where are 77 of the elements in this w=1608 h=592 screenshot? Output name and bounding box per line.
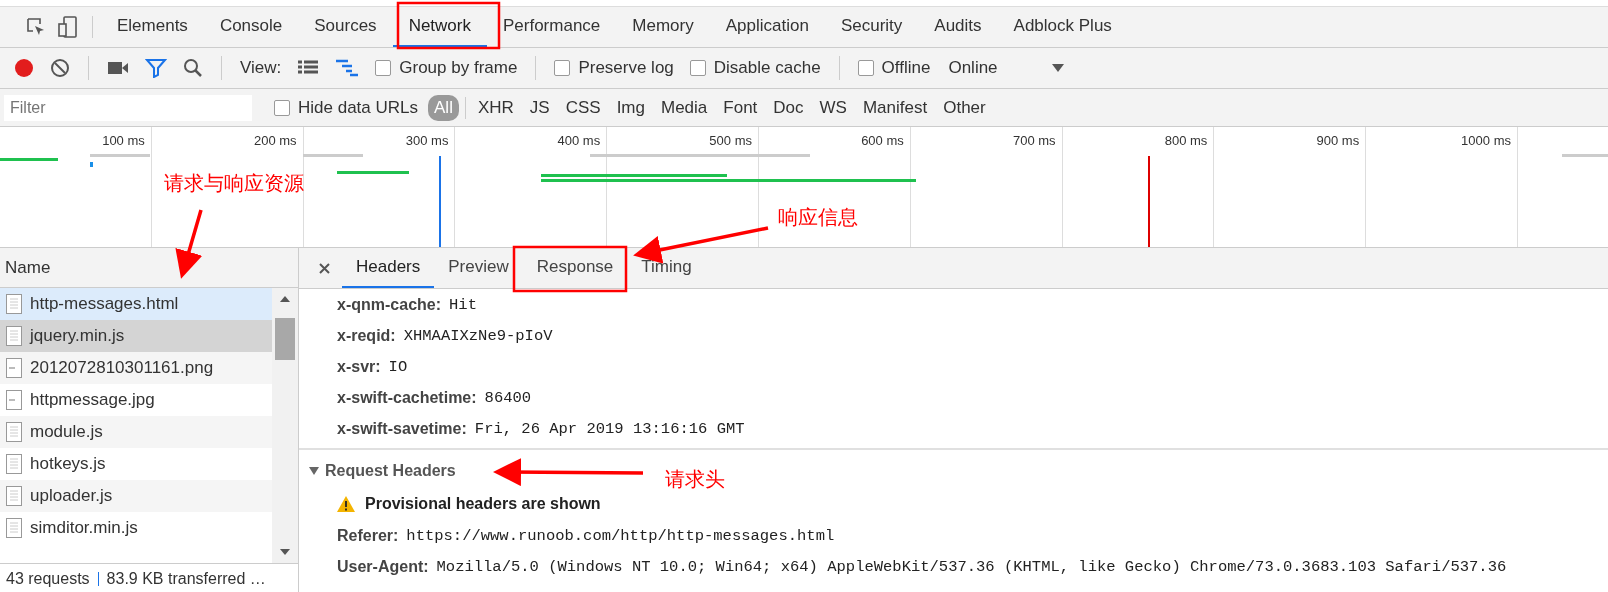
detail-tab[interactable]: Timing bbox=[627, 248, 706, 288]
type-filter[interactable]: Other bbox=[937, 94, 992, 121]
type-filter[interactable]: CSS bbox=[559, 94, 607, 121]
annotation-label: 请求与响应资源 bbox=[164, 170, 304, 197]
header-value: IO bbox=[388, 357, 408, 376]
type-filter[interactable]: Media bbox=[655, 94, 714, 121]
checkbox-label: Disable cache bbox=[713, 58, 821, 78]
type-filter[interactable]: Font bbox=[717, 94, 764, 121]
annotation-label: 响应信息 bbox=[778, 204, 858, 231]
request-row[interactable]: 2012072810301161.png bbox=[0, 352, 272, 384]
request-name: simditor.min.js bbox=[30, 518, 138, 538]
type-filter[interactable]: Img bbox=[610, 94, 651, 121]
header-value: https://www.runoob.com/http/http-messages.html bbox=[406, 526, 835, 545]
request-row[interactable]: http-messages.html bbox=[0, 288, 272, 320]
panel-tab[interactable]: Adblock Plus bbox=[997, 7, 1128, 47]
header-name: x-reqid: bbox=[337, 326, 396, 345]
warning-text: Provisional headers are shown bbox=[365, 495, 601, 513]
header-value: XHMAAIXzNe9-pIoV bbox=[403, 326, 553, 345]
type-filter[interactable]: WS bbox=[813, 94, 853, 121]
request-name: jquery.min.js bbox=[30, 326, 125, 346]
time-tick-label: 900 ms bbox=[1316, 133, 1360, 148]
section-title[interactable]: Request Headers bbox=[325, 462, 456, 480]
request-count: 43 requests bbox=[6, 570, 90, 588]
panel-tab[interactable]: Elements bbox=[101, 7, 204, 47]
header-value: Mozilla/5.0 (Windows NT 10.0; Win64; x64) AppleWebKit/537.36 (KHTML, like Gecko) Chrome/73.0.3683.103 Safari/537.36 bbox=[436, 557, 1507, 576]
header-name: x-qnm-cache: bbox=[337, 295, 442, 314]
detail-tab[interactable]: Preview bbox=[434, 248, 523, 288]
header-name: x-swift-savetime: bbox=[337, 419, 467, 438]
checkbox-label: Group by frame bbox=[399, 58, 518, 78]
panel-tab[interactable]: Audits bbox=[918, 7, 998, 47]
time-tick-label: 1000 ms bbox=[1461, 133, 1511, 148]
request-row[interactable]: uploader.js bbox=[0, 480, 272, 512]
header-name: x-swift-cachetime: bbox=[337, 388, 477, 407]
panel-tab[interactable]: Memory bbox=[616, 7, 710, 47]
time-tick-label: 800 ms bbox=[1164, 133, 1208, 148]
column-header[interactable]: Name bbox=[5, 257, 51, 278]
time-tick-label: 400 ms bbox=[557, 133, 601, 148]
panel-tab[interactable]: Console bbox=[203, 7, 299, 47]
request-row[interactable]: jquery.min.js bbox=[0, 320, 272, 352]
request-name: uploader.js bbox=[30, 486, 113, 506]
checkbox-label: Preserve log bbox=[578, 58, 674, 78]
panel-tab[interactable]: Application bbox=[709, 7, 825, 47]
type-filter[interactable]: JS bbox=[523, 94, 556, 121]
request-name: 2012072810301161.png bbox=[30, 358, 214, 378]
checkbox-label: Hide data URLs bbox=[298, 97, 418, 118]
annotation-label: 请求头 bbox=[665, 466, 725, 493]
type-filter[interactable]: Manifest bbox=[856, 94, 934, 121]
header-value: Hit bbox=[449, 295, 477, 314]
request-name: module.js bbox=[30, 422, 103, 442]
detail-tab[interactable]: Headers bbox=[342, 248, 435, 288]
header-value: 86400 bbox=[484, 388, 532, 407]
time-tick-label: 100 ms bbox=[102, 133, 145, 148]
request-name: httpmessage.jpg bbox=[30, 390, 155, 410]
panel-tab[interactable]: Sources bbox=[298, 7, 393, 47]
type-filter[interactable]: XHR bbox=[471, 94, 520, 121]
throttling-dropdown[interactable]: Online bbox=[940, 58, 1072, 78]
transfer-size: 83.9 KB transferred … bbox=[106, 570, 266, 588]
panel-tab[interactable]: Network bbox=[392, 7, 487, 47]
view-label: View: bbox=[239, 58, 283, 78]
request-row[interactable]: module.js bbox=[0, 416, 272, 448]
request-name: http-messages.html bbox=[30, 294, 179, 314]
checkbox-label: Offline bbox=[881, 58, 931, 78]
header-value: Fri, 26 Apr 2019 13:16:16 GMT bbox=[474, 419, 745, 438]
header-name: User-Agent: bbox=[337, 557, 429, 576]
type-filter[interactable]: Doc bbox=[767, 94, 810, 121]
request-name: hotkeys.js bbox=[30, 454, 106, 474]
time-tick-label: 700 ms bbox=[1012, 133, 1056, 148]
time-tick-label: 200 ms bbox=[253, 133, 297, 148]
detail-tab[interactable]: Response bbox=[522, 248, 628, 288]
time-tick-label: 300 ms bbox=[405, 133, 449, 148]
header-name: Referer: bbox=[337, 526, 399, 545]
header-name: x-svr: bbox=[337, 357, 381, 376]
time-tick-label: 500 ms bbox=[709, 133, 752, 148]
panel-tab[interactable]: Security bbox=[824, 7, 919, 47]
filter-field[interactable]: Filter bbox=[4, 94, 252, 121]
panel-tab[interactable]: Performance bbox=[487, 7, 617, 47]
time-tick-label: 600 ms bbox=[861, 133, 904, 148]
